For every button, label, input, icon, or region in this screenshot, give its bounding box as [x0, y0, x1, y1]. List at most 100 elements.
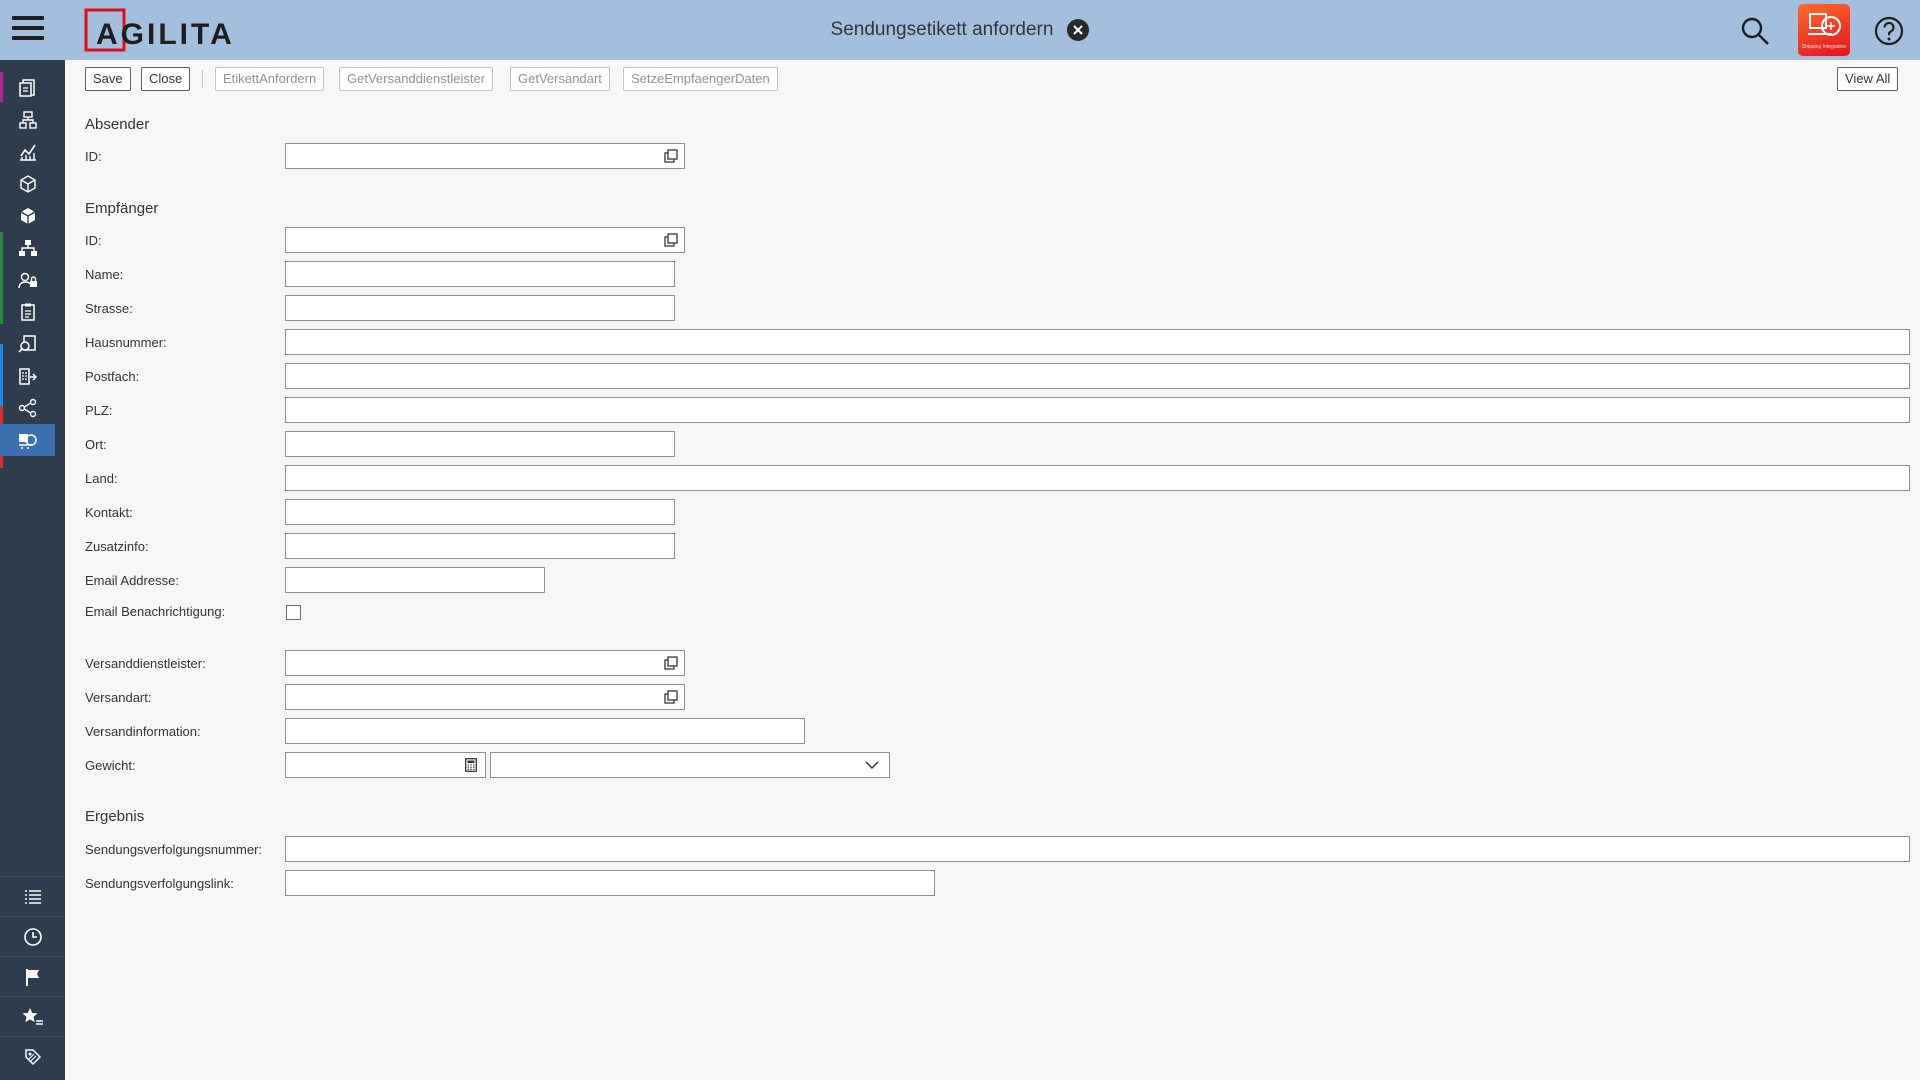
value-help-icon[interactable]: [664, 690, 678, 704]
section-title-ergebnis: Ergebnis: [85, 808, 145, 825]
postfach-field[interactable]: [285, 363, 1910, 389]
strasse-field[interactable]: [285, 295, 675, 321]
clock-icon: [23, 927, 42, 946]
org-chart-icon: [18, 240, 37, 256]
get-versanddienstleister-button[interactable]: GetVersanddienstleister: [339, 67, 494, 91]
close-button[interactable]: Close: [141, 67, 191, 91]
versandart-label: Versandart:: [85, 690, 152, 705]
postfach-label: Postfach:: [85, 369, 140, 384]
sidebar-item-clipboard[interactable]: [0, 296, 55, 328]
sidebar-item-flagged[interactable]: [0, 956, 65, 996]
absender-id-field[interactable]: [285, 143, 685, 169]
strasse-label: Strasse:: [85, 301, 133, 316]
value-help-icon[interactable]: [664, 233, 678, 247]
shell-header: AGILITA Sendungsetikett anfordern Shippi…: [0, 0, 1920, 60]
star-list-icon: [22, 1007, 43, 1025]
kontakt-field[interactable]: [285, 499, 675, 525]
versandinformation-label: Versandinformation:: [85, 724, 201, 739]
etikett-anfordern-button[interactable]: EtikettAnfordern: [215, 67, 325, 91]
gewicht-label: Gewicht:: [85, 758, 136, 773]
sidebar-item-organization[interactable]: [0, 232, 55, 264]
versanddienstleister-label: Versanddienstleister:: [85, 656, 206, 671]
sidebar-item-shipping[interactable]: [0, 424, 55, 456]
calculator-icon[interactable]: [465, 758, 477, 772]
sendungsverfolgungsnummer-label: Sendungsverfolgungsnummer:: [85, 842, 263, 857]
documents-icon: [18, 79, 35, 97]
sidebar-item-user-security[interactable]: [0, 264, 55, 296]
search-icon[interactable]: [1740, 16, 1770, 46]
setze-empfaenger-daten-button[interactable]: SetzeEmpfaengerDaten: [623, 67, 778, 91]
hausnummer-field[interactable]: [285, 329, 1910, 355]
chevron-down-icon[interactable]: [865, 761, 879, 770]
sidebar-item-export[interactable]: [0, 360, 55, 392]
value-help-icon[interactable]: [664, 656, 678, 670]
svg-text:AGILITA: AGILITA: [96, 18, 235, 51]
sendungsverfolgungsnummer-field[interactable]: [285, 836, 1910, 862]
land-label: Land:: [85, 471, 118, 486]
email-notification-checkbox[interactable]: [286, 605, 301, 620]
sendungsverfolgungslink-label: Sendungsverfolgungslink:: [85, 876, 234, 891]
sidebar-item-document-search[interactable]: [0, 328, 55, 360]
clipboard-icon: [20, 303, 35, 321]
list-icon: [24, 889, 41, 904]
document-search-icon: [17, 335, 36, 353]
ort-field[interactable]: [285, 431, 675, 457]
email-address-field[interactable]: [285, 567, 545, 593]
chart-icon: [19, 144, 36, 161]
sidebar-item-hierarchy[interactable]: [0, 104, 55, 136]
name-label: Name:: [85, 267, 124, 282]
shipping-integration-app-tile[interactable]: Shipping Integration: [1798, 4, 1850, 56]
section-title-absender: Absender: [85, 116, 150, 133]
land-field[interactable]: [285, 465, 1910, 491]
empfaenger-id-label: ID:: [85, 233, 102, 248]
package-icon: [19, 175, 36, 193]
hierarchy-icon: [18, 111, 37, 129]
save-button[interactable]: Save: [85, 67, 131, 91]
versandinformation-field[interactable]: [285, 718, 805, 744]
sidebar-item-tags[interactable]: [0, 1036, 65, 1076]
zusatzinfo-label: Zusatzinfo:: [85, 539, 149, 554]
absender-id-label: ID:: [85, 149, 102, 164]
ort-label: Ort:: [85, 437, 107, 452]
share-icon: [18, 398, 36, 418]
help-icon[interactable]: [1873, 15, 1905, 47]
plz-label: PLZ:: [85, 403, 113, 418]
gewicht-unit-select[interactable]: [490, 752, 890, 778]
view-all-button[interactable]: View All: [1837, 67, 1899, 91]
close-circle-icon[interactable]: [1067, 19, 1090, 41]
name-field[interactable]: [285, 261, 675, 287]
sendungsverfolgungslink-field[interactable]: [285, 870, 935, 896]
section-title-empfaenger: Empfänger: [85, 200, 159, 217]
sidebar-item-share[interactable]: [0, 392, 55, 424]
toolbar-separator: [202, 70, 203, 88]
page-title: Sendungsetikett anfordern: [830, 19, 1054, 40]
sidebar-item-history[interactable]: [0, 916, 65, 956]
flag-icon: [25, 968, 39, 986]
agilita-logo: AGILITA: [84, 8, 235, 52]
user-lock-icon: [17, 272, 37, 289]
sidebar-item-favorites[interactable]: [0, 996, 65, 1036]
sidebar-item-products[interactable]: [0, 200, 55, 232]
sidebar-item-documents[interactable]: [0, 72, 55, 104]
versanddienstleister-field[interactable]: [285, 650, 685, 676]
cubes-icon: [20, 208, 35, 224]
sidebar-item-analytics[interactable]: [0, 136, 55, 168]
sidebar-item-list[interactable]: [0, 876, 65, 916]
hausnummer-label: Hausnummer:: [85, 335, 167, 350]
shipping-icon: [18, 434, 37, 449]
empfaenger-id-field[interactable]: [285, 227, 685, 253]
versandart-field[interactable]: [285, 684, 685, 710]
menu-icon[interactable]: [12, 16, 44, 44]
gewicht-value-field[interactable]: [285, 752, 486, 778]
email-notification-label: Email Benachrichtigung:: [85, 604, 226, 619]
sidebar-item-package[interactable]: [0, 168, 55, 200]
plz-field[interactable]: [285, 397, 1910, 423]
email-address-label: Email Addresse:: [85, 573, 179, 588]
get-versandart-button[interactable]: GetVersandart: [510, 67, 610, 91]
sidebar: [0, 60, 65, 1080]
kontakt-label: Kontakt:: [85, 505, 133, 520]
value-help-icon[interactable]: [664, 149, 678, 163]
zusatzinfo-field[interactable]: [285, 533, 675, 559]
building-export-icon: [18, 368, 37, 385]
svg-text:Shipping Integration: Shipping Integration: [1802, 44, 1847, 50]
